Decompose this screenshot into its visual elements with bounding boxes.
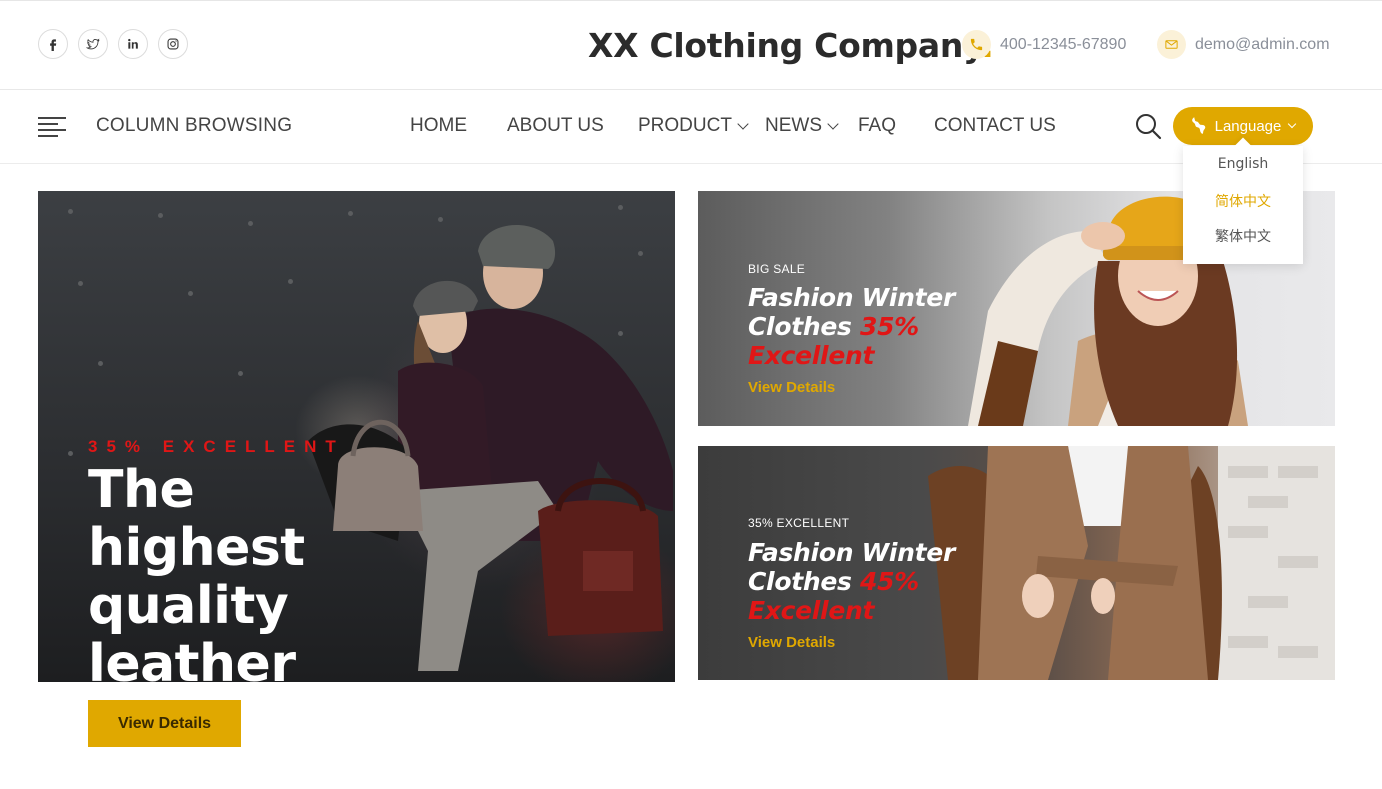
twitter-button[interactable] xyxy=(78,29,108,59)
language-option-traditional-chinese[interactable]: 繁体中文 xyxy=(1183,226,1303,246)
email-address: demo@admin.com xyxy=(1195,35,1330,53)
phone-icon xyxy=(962,30,991,59)
banner-tag: 35% EXCELLENT xyxy=(748,516,850,530)
hero-headline-line: highest xyxy=(88,518,305,578)
nav-label: FAQ xyxy=(858,115,897,136)
top-border xyxy=(0,0,1382,1)
hero-headline: The highest quality leather xyxy=(88,461,305,682)
banner-title-line: Clothes 45% xyxy=(748,567,955,596)
nav-home[interactable]: HOME xyxy=(410,115,467,137)
nav-label: NEWS xyxy=(765,115,822,136)
search-icon[interactable] xyxy=(1134,112,1162,140)
nav-label: HOME xyxy=(410,115,467,136)
header-divider xyxy=(0,89,1382,90)
nav-contact-us[interactable]: CONTACT US xyxy=(934,115,1056,137)
hero-kicker: 35% EXCELLENT xyxy=(88,437,345,456)
facebook-icon xyxy=(50,39,57,51)
banner-view-details-link[interactable]: View Details xyxy=(748,634,835,651)
promo-banner-excellent[interactable]: 35% EXCELLENT Fashion Winter Clothes 45%… xyxy=(698,446,1335,680)
hero-headline-line: quality xyxy=(88,576,289,636)
brand-name: XX Clothing Company xyxy=(588,26,982,65)
linkedin-icon xyxy=(128,38,138,49)
woman-suede-coat-photo xyxy=(928,446,1335,680)
social-links xyxy=(38,29,188,59)
banner-view-details-link[interactable]: View Details xyxy=(748,379,835,396)
hero-banner-main[interactable]: 35% EXCELLENT The highest quality leathe… xyxy=(38,191,675,682)
banner-title-line: Clothes 35% xyxy=(748,312,955,341)
twitter-icon xyxy=(86,38,100,50)
language-label: Language xyxy=(1214,117,1282,135)
banner-title-line: Fashion Winter xyxy=(748,283,955,312)
banner-title: Fashion Winter Clothes 35% Excellent xyxy=(748,283,955,370)
nav-label: ABOUT US xyxy=(507,115,604,136)
language-dropdown: English 简体中文 繁体中文 xyxy=(1183,146,1303,264)
nav-label: PRODUCT xyxy=(638,115,732,136)
facebook-button[interactable] xyxy=(38,29,68,59)
banner-discount: 45% xyxy=(859,567,919,596)
banner-tag: BIG SALE xyxy=(748,262,806,276)
banner-title-text: Clothes xyxy=(748,567,860,596)
banner-discount: 35% xyxy=(859,312,919,341)
instagram-button[interactable] xyxy=(158,29,188,59)
hero-headline-line: leather xyxy=(88,634,296,682)
nav-about-us[interactable]: ABOUT US xyxy=(507,115,604,137)
column-browsing-link[interactable]: COLUMN BROWSING xyxy=(96,115,292,137)
nav-news[interactable]: NEWS xyxy=(765,115,839,137)
language-option-english[interactable]: English xyxy=(1183,156,1303,172)
banner-title-excellent: Excellent xyxy=(748,596,875,625)
brand-logo[interactable]: XX Clothing Company. xyxy=(588,26,994,65)
chevron-down-icon xyxy=(737,117,749,130)
chevron-down-icon xyxy=(1288,119,1297,129)
phone-number: 400-12345-67890 xyxy=(1000,35,1127,53)
linkedin-button[interactable] xyxy=(118,29,148,59)
banner-title-text: Clothes xyxy=(748,312,860,341)
nav-label: CONTACT US xyxy=(934,115,1056,136)
banner-title-line: Fashion Winter xyxy=(748,538,955,567)
banner-title-excellent: Excellent xyxy=(748,341,875,370)
nav-product[interactable]: PRODUCT xyxy=(638,115,749,137)
contact-phone[interactable]: 400-12345-67890 xyxy=(962,30,1126,59)
banner-title: Fashion Winter Clothes 45% Excellent xyxy=(748,538,955,625)
instagram-icon xyxy=(167,38,179,50)
envelope-icon xyxy=(1157,30,1186,59)
nav-divider xyxy=(0,163,1382,164)
chevron-down-icon xyxy=(827,117,839,130)
globe-icon xyxy=(1191,117,1205,134)
menu-icon[interactable] xyxy=(38,115,66,137)
nav-faq[interactable]: FAQ xyxy=(858,115,896,137)
hero-headline-line: The xyxy=(88,460,195,520)
contact-email[interactable]: demo@admin.com xyxy=(1157,30,1330,59)
language-option-simplified-chinese[interactable]: 简体中文 xyxy=(1183,191,1303,211)
hero-view-details-button[interactable]: View Details xyxy=(88,700,241,747)
